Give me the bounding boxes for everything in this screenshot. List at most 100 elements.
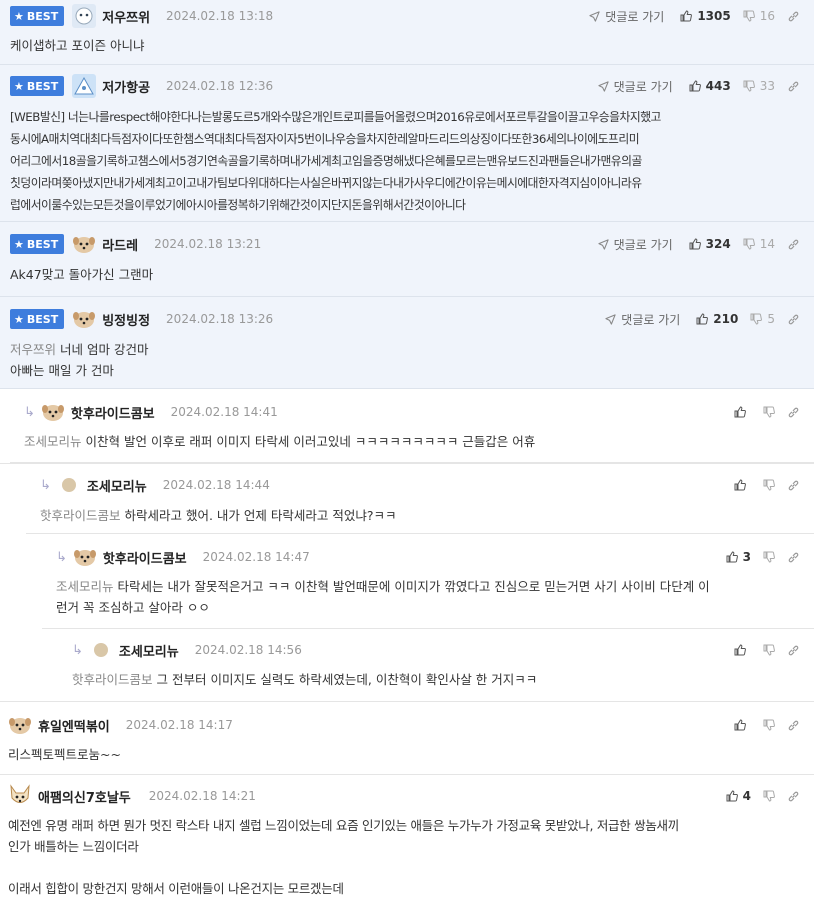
comment: 휴일엔떡볶이 2024.02.18 14:17 리스펙토펙트로눔~~ <box>0 702 814 775</box>
upvote-button[interactable]: 4 <box>726 789 751 803</box>
reply-comment: ↳ 조세모리뉴 2024.02.18 14:56 핫후라이드콤보 그 전부터 이미… <box>0 629 814 702</box>
best-comment: ★ BEST 저가항공 2024.02.18 12:36 댓글로 가기 443 3… <box>0 65 814 222</box>
link-icon <box>788 720 799 731</box>
goto-comment-link[interactable]: 댓글로 가기 <box>598 78 673 95</box>
avatar <box>72 232 96 256</box>
copy-link-button[interactable] <box>787 9 800 23</box>
avatar <box>73 545 97 569</box>
best-badge: ★ BEST <box>10 6 65 26</box>
goto-comment-link[interactable]: 댓글로 가기 <box>598 236 673 253</box>
upvote-button[interactable] <box>734 719 751 731</box>
copy-link-button[interactable] <box>787 478 800 492</box>
downvote-button[interactable] <box>763 719 775 731</box>
thumbs-down-icon <box>743 80 755 92</box>
downvote-button[interactable] <box>763 551 775 563</box>
comment-date: 2024.02.18 14:56 <box>194 643 302 657</box>
copy-link-button[interactable] <box>787 79 800 93</box>
downvote-button[interactable]: 16 <box>743 9 775 23</box>
thumbs-up-icon <box>734 644 746 656</box>
comment-body: 예전엔 유명 래퍼 하면 뭔가 멋진 락스타 내지 셀럽 느낌이었는데 요즘 인… <box>8 818 679 896</box>
upvote-button[interactable] <box>734 406 751 418</box>
upvote-button[interactable] <box>734 644 751 656</box>
downvote-button[interactable] <box>763 790 775 802</box>
comment-date: 2024.02.18 13:26 <box>166 312 274 326</box>
avatar <box>57 473 81 497</box>
reply-comment: ↳ 조세모리뉴 2024.02.18 14:44 핫후라이드콤보 하락세라고 했어… <box>0 464 814 534</box>
avatar <box>72 307 96 331</box>
best-comment: ★ BEST 빙정빙정 2024.02.18 13:26 댓글로 가기 210 5… <box>0 297 814 389</box>
thumbs-up-icon <box>734 479 746 491</box>
thumbs-up-icon <box>680 10 693 22</box>
avatar <box>8 784 32 808</box>
copy-link-button[interactable] <box>787 789 800 803</box>
mention-tag[interactable]: 핫후라이드콤보 <box>40 508 121 523</box>
comment-body: 조세모리뉴 타락세는 내가 잘못적은거고 ㅋㅋ 이찬혁 발언때문에 이미지가 깎였… <box>56 579 710 615</box>
copy-link-button[interactable] <box>787 718 800 732</box>
author-nickname[interactable]: 조세모리뉴 <box>119 641 179 660</box>
comment-date: 2024.02.18 14:41 <box>170 405 278 419</box>
avatar <box>41 400 65 424</box>
comment: 애팸의신7호날두 2024.02.18 14:21 4 예전엔 유명 래퍼 하면… <box>0 775 814 910</box>
upvote-button[interactable] <box>734 479 751 491</box>
thumbs-down-icon <box>750 313 763 325</box>
comment-date: 2024.02.18 14:44 <box>162 478 270 492</box>
downvote-button[interactable] <box>763 479 775 491</box>
comment-body: [WEB발신] 너는나를respect해야한다나는발롱도르5개와수많은개인트로피… <box>10 110 661 212</box>
copy-link-button[interactable] <box>787 405 800 419</box>
thumbs-down-icon <box>763 551 775 563</box>
downvote-button[interactable]: 33 <box>743 79 775 93</box>
upvote-button[interactable]: 3 <box>726 550 751 564</box>
avatar <box>72 4 97 28</box>
best-badge: ★ BEST <box>10 309 65 329</box>
comment-date: 2024.02.18 14:17 <box>125 718 233 732</box>
copy-link-button[interactable] <box>787 312 800 326</box>
upvote-button[interactable]: 210 <box>696 312 738 326</box>
thumbs-up-icon <box>726 790 738 802</box>
downvote-button[interactable]: 14 <box>743 237 775 251</box>
send-arrow-icon <box>589 10 600 22</box>
copy-link-button[interactable] <box>787 237 800 251</box>
thumbs-up-icon <box>696 313 709 325</box>
mention-tag[interactable]: 조세모리뉴 <box>56 579 114 594</box>
author-nickname[interactable]: 핫후라이드콤보 <box>103 548 187 567</box>
upvote-button[interactable]: 443 <box>689 79 731 93</box>
thumbs-down-icon <box>743 238 755 250</box>
comment-body: 케이샙하고 포이즌 아니냐 <box>10 38 145 53</box>
thumbs-down-icon <box>763 479 775 491</box>
link-icon <box>788 645 799 656</box>
mention-tag[interactable]: 핫후라이드콤보 <box>72 672 153 687</box>
author-nickname[interactable]: 저우쯔위 <box>102 7 150 26</box>
comment-date: 2024.02.18 14:47 <box>202 550 310 564</box>
best-badge: ★ BEST <box>10 76 65 96</box>
author-nickname[interactable]: 휴일엔떡볶이 <box>38 716 110 735</box>
reply-arrow-icon: ↳ <box>40 477 51 493</box>
link-icon <box>788 314 799 325</box>
thumbs-down-icon <box>763 790 775 802</box>
goto-comment-link[interactable]: 댓글로 가기 <box>605 311 680 328</box>
copy-link-button[interactable] <box>787 643 800 657</box>
author-nickname[interactable]: 저가항공 <box>102 77 150 96</box>
reply-comment: ↳ 핫후라이드콤보 2024.02.18 14:47 3 조세모리뉴 타락세는 내… <box>0 534 814 629</box>
downvote-button[interactable]: 5 <box>750 312 775 326</box>
copy-link-button[interactable] <box>787 550 800 564</box>
thumbs-down-icon <box>763 719 775 731</box>
send-arrow-icon <box>598 238 609 250</box>
avatar <box>72 74 97 98</box>
goto-comment-link[interactable]: 댓글로 가기 <box>589 8 664 25</box>
downvote-button[interactable] <box>763 644 775 656</box>
author-nickname[interactable]: 핫후라이드콤보 <box>71 403 155 422</box>
author-nickname[interactable]: 라드레 <box>102 235 138 254</box>
send-arrow-icon <box>598 80 609 92</box>
thumbs-up-icon <box>726 551 738 563</box>
author-nickname[interactable]: 빙정빙정 <box>102 310 150 329</box>
upvote-button[interactable]: 324 <box>689 237 731 251</box>
mention-tag[interactable]: 저우쯔위 <box>10 342 56 357</box>
reply-arrow-icon: ↳ <box>56 549 67 565</box>
comment-body: 저우쯔위 너네 엄마 강건마 아빠는 매일 가 건마 <box>10 342 149 378</box>
reply-comment: ↳ 핫후라이드콤보 2024.02.18 14:41 조세모리뉴 이찬혁 발언 이… <box>0 389 814 464</box>
star-icon: ★ <box>14 312 24 326</box>
downvote-button[interactable] <box>763 406 775 418</box>
author-nickname[interactable]: 조세모리뉴 <box>87 476 147 495</box>
upvote-button[interactable]: 1305 <box>680 9 731 23</box>
author-nickname[interactable]: 애팸의신7호날두 <box>38 787 131 806</box>
